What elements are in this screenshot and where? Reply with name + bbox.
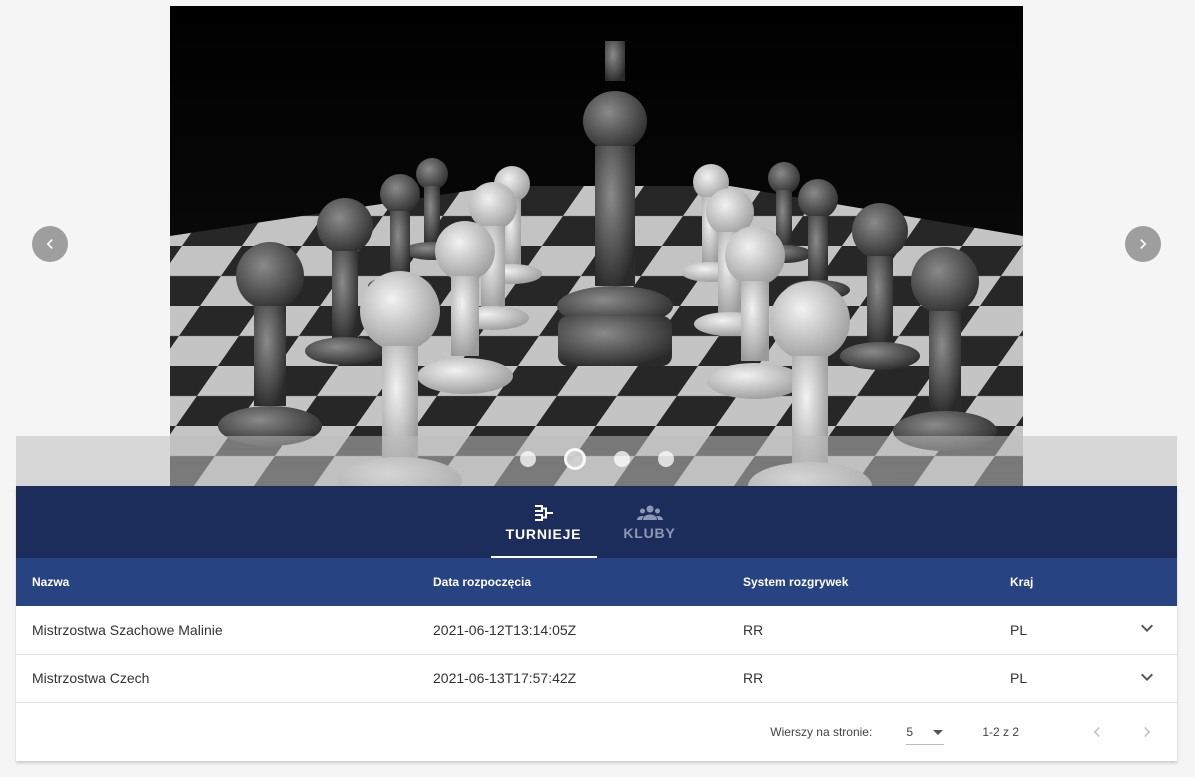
next-page-button[interactable] — [1135, 722, 1159, 742]
chevron-left-icon — [1093, 727, 1100, 737]
rows-per-page-value: 5 — [906, 724, 913, 739]
pagination-range: 1-2 z 2 — [982, 725, 1019, 739]
table-pagination: Wierszy na stronie: 5 1-2 z 2 — [16, 703, 1177, 762]
cell-system: RR — [727, 654, 994, 703]
cell-data: 2021-06-13T17:57:42Z — [417, 654, 727, 703]
carousel-dot[interactable] — [657, 451, 674, 467]
tournaments-card: TURNIEJE KLUBY Nazwa Data rozpoczęcia Sy… — [16, 486, 1177, 761]
column-header-system[interactable]: System rozgrywek — [727, 558, 994, 606]
cell-kraj: PL — [994, 654, 1117, 703]
chevron-down-icon — [1141, 624, 1153, 633]
cell-system: RR — [727, 606, 994, 655]
carousel-dot[interactable] — [519, 451, 536, 467]
rows-per-page-select[interactable]: 5 — [906, 719, 945, 745]
column-header-kraj[interactable]: Kraj — [994, 558, 1117, 606]
cell-expand — [1117, 654, 1177, 703]
table-row[interactable]: Mistrzostwa Szachowe Malinie 2021-06-12T… — [16, 606, 1177, 655]
tab-label: KLUBY — [623, 524, 676, 541]
carousel-dot[interactable] — [613, 451, 630, 467]
group-icon — [636, 505, 663, 520]
table-row[interactable]: Mistrzostwa Czech 2021-06-13T17:57:42Z R… — [16, 654, 1177, 703]
cell-nazwa: Mistrzostwa Szachowe Malinie — [16, 606, 417, 655]
column-header-nazwa[interactable]: Nazwa — [16, 558, 417, 606]
tab-kluby[interactable]: KLUBY — [597, 486, 703, 558]
bracket-icon — [534, 504, 553, 521]
caret-down-icon — [933, 729, 944, 735]
cell-expand — [1117, 606, 1177, 655]
expand-row-button[interactable] — [1135, 665, 1159, 689]
carousel-indicators — [16, 448, 1177, 470]
expand-row-button[interactable] — [1135, 616, 1159, 640]
tournaments-table: Nazwa Data rozpoczęcia System rozgrywek … — [16, 558, 1177, 703]
cell-nazwa: Mistrzostwa Czech — [16, 654, 417, 703]
carousel-prev-button[interactable] — [32, 226, 68, 262]
cell-kraj: PL — [994, 606, 1117, 655]
carousel-next-button[interactable] — [1125, 226, 1161, 262]
carousel-dot[interactable] — [563, 448, 586, 470]
tab-turnieje[interactable]: TURNIEJE — [490, 486, 597, 558]
cell-data: 2021-06-12T13:14:05Z — [417, 606, 727, 655]
tab-label: TURNIEJE — [505, 525, 582, 542]
chevron-right-icon — [1140, 239, 1147, 249]
tab-bar: TURNIEJE KLUBY — [16, 486, 1177, 558]
rows-per-page-label: Wierszy na stronie: — [770, 725, 873, 739]
carousel-slide-image — [170, 6, 1023, 486]
column-header-expand — [1117, 558, 1177, 606]
table-header-row: Nazwa Data rozpoczęcia System rozgrywek … — [16, 558, 1177, 606]
previous-page-button[interactable] — [1085, 722, 1109, 742]
column-header-data[interactable]: Data rozpoczęcia — [417, 558, 727, 606]
image-carousel — [16, 6, 1177, 486]
chevron-left-icon — [46, 239, 53, 249]
chevron-down-icon — [1141, 673, 1153, 681]
chevron-right-icon — [1144, 727, 1151, 737]
